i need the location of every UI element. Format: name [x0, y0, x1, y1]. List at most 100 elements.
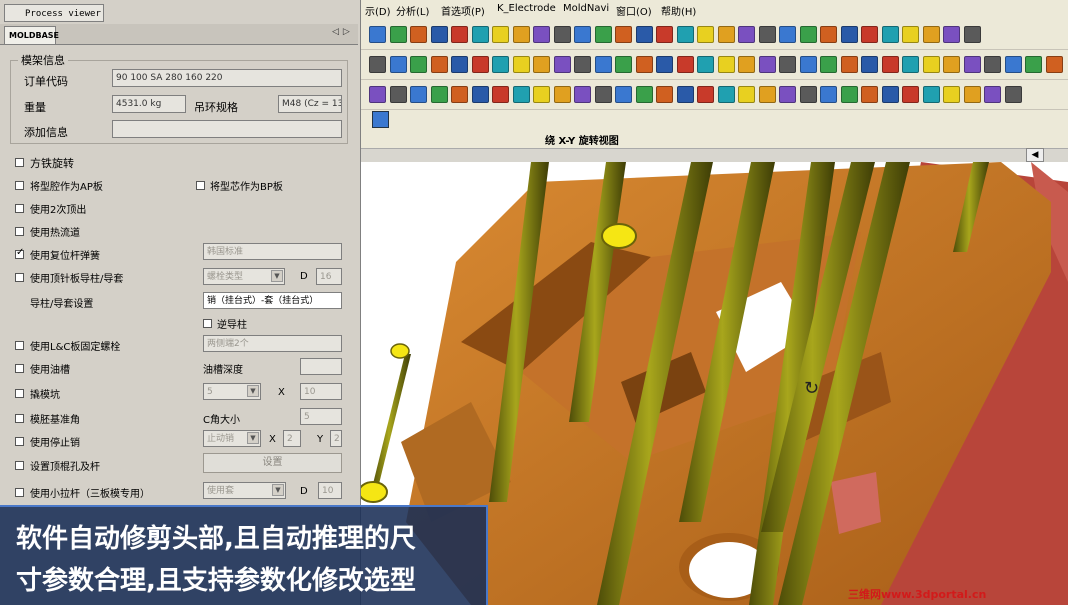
pry-slot-checkbox[interactable] [15, 389, 24, 398]
toolbar-button[interactable] [758, 56, 776, 73]
small-puller-checkbox[interactable] [15, 488, 24, 497]
toolbar-button[interactable] [430, 26, 448, 43]
toolbar-button[interactable] [902, 86, 919, 103]
reverse-guide-checkbox[interactable] [203, 319, 212, 328]
toolbar-button[interactable] [779, 26, 796, 43]
toolbar-button[interactable] [799, 26, 817, 43]
toolbar-button[interactable] [902, 26, 919, 43]
menu-item-display[interactable]: 示(D) [365, 3, 391, 18]
toolbar-button[interactable] [512, 86, 530, 103]
toolbar-button[interactable] [881, 86, 899, 103]
toolbar-button[interactable] [430, 86, 448, 103]
tab-scroll-arrows[interactable]: ◁▷ [332, 27, 354, 37]
toolbar-button[interactable] [758, 26, 776, 43]
toolbar-button[interactable] [471, 26, 489, 43]
toolbar-button[interactable] [963, 56, 981, 73]
menu-item-analysis[interactable]: 分析(L) [396, 3, 429, 18]
toolbar-button[interactable] [717, 56, 735, 73]
tab-moldbase[interactable]: MOLDBASE [4, 26, 59, 44]
toolbar-button[interactable] [574, 56, 591, 73]
toolbar-button[interactable] [656, 26, 673, 43]
toolbar-button[interactable] [799, 86, 817, 103]
toolbar-button[interactable] [533, 56, 550, 73]
process-viewer-tab[interactable]: Process viewer [4, 4, 104, 22]
scroll-left-icon[interactable]: ◀ [1026, 148, 1044, 162]
menu-item-help[interactable]: 帮助(H) [661, 3, 696, 18]
c-corner-field[interactable]: 5 [300, 408, 342, 425]
toolbar-button[interactable] [881, 26, 899, 43]
toolbar-button[interactable] [369, 26, 386, 43]
toolbar-button[interactable] [779, 56, 796, 73]
toolbar-button[interactable] [451, 26, 468, 43]
toolbar-button[interactable] [471, 56, 489, 73]
toolbar-button[interactable] [697, 86, 714, 103]
stop-pin-checkbox[interactable] [15, 437, 24, 446]
toolbar-button[interactable] [1004, 86, 1022, 103]
small-puller-d-field[interactable]: 10 [318, 482, 342, 499]
toolbar-button[interactable] [410, 56, 427, 73]
toolbar-button[interactable] [881, 56, 899, 73]
datum-corner-checkbox[interactable] [15, 414, 24, 423]
toolbar-button[interactable] [738, 56, 755, 73]
reset-spring-checkbox[interactable] [15, 247, 24, 259]
toolbar-button[interactable] [574, 26, 591, 43]
toolbar-button[interactable] [820, 86, 837, 103]
toolbar-button[interactable] [1025, 56, 1042, 73]
square-iron-checkbox[interactable] [15, 158, 24, 167]
toolbar-button[interactable] [840, 56, 858, 73]
toolbar-button[interactable] [820, 26, 837, 43]
toolbar-button[interactable] [533, 26, 550, 43]
toolbar-button[interactable] [656, 56, 673, 73]
ko-setup-button[interactable]: 设置 [203, 453, 342, 473]
toolbar-button[interactable] [594, 56, 612, 73]
hot-runner-checkbox[interactable] [15, 227, 24, 236]
toolbar-button[interactable] [820, 56, 837, 73]
core-bp-checkbox[interactable] [196, 181, 205, 190]
toolbar-button[interactable] [676, 26, 694, 43]
toolbar-button[interactable] [369, 86, 386, 103]
toolbar-button[interactable] [430, 56, 448, 73]
toolbar-button[interactable] [984, 86, 1001, 103]
toolbar-button[interactable] [922, 56, 940, 73]
toolbar-button[interactable] [943, 26, 960, 43]
toolbar-button[interactable] [410, 26, 427, 43]
second-eject-checkbox[interactable] [15, 204, 24, 213]
toolbar-button[interactable] [840, 86, 858, 103]
add-info-field[interactable] [112, 120, 342, 138]
toolbar-button[interactable] [635, 56, 653, 73]
toolbar-button[interactable] [389, 56, 407, 73]
ko-hole-checkbox[interactable] [15, 461, 24, 470]
toolbar-button[interactable] [738, 26, 755, 43]
toolbar-button[interactable] [492, 56, 509, 73]
lc-bolt-checkbox[interactable] [15, 341, 24, 350]
toolbar-button[interactable] [492, 86, 509, 103]
toolbar-button[interactable] [922, 26, 940, 43]
toolbar-button[interactable] [963, 26, 981, 43]
toolbar-button[interactable] [697, 56, 714, 73]
toolbar-button[interactable] [1004, 56, 1022, 73]
toolbar-button[interactable] [840, 26, 858, 43]
menu-item-window[interactable]: 窗口(O) [616, 3, 652, 18]
toolbar-button[interactable] [1045, 56, 1063, 73]
ejector-guide-type-select[interactable]: 螺栓类型 ▼ [203, 268, 285, 285]
toolbar-button[interactable] [676, 56, 694, 73]
toolbar-button[interactable] [861, 26, 878, 43]
cavity-ap-checkbox[interactable] [15, 181, 24, 190]
guide-setting-field[interactable]: 销（挂台式）-套（挂台式） [203, 292, 342, 309]
stop-x-field[interactable]: 2 [283, 430, 301, 447]
toolbar-button[interactable] [799, 56, 817, 73]
toolbar-button[interactable] [963, 86, 981, 103]
toolbar-button[interactable] [410, 86, 427, 103]
toolbar-button[interactable] [471, 86, 489, 103]
toolbar-button[interactable] [717, 86, 735, 103]
toolbar-button[interactable] [389, 86, 407, 103]
toolbar-button[interactable] [943, 86, 960, 103]
toolbar-button[interactable] [389, 26, 407, 43]
view-cube-icon[interactable] [372, 111, 389, 128]
toolbar-button[interactable] [451, 56, 468, 73]
toolbar-button[interactable] [594, 26, 612, 43]
toolbar-button[interactable] [615, 56, 632, 73]
toolbar-button[interactable] [615, 26, 632, 43]
toolbar-button[interactable] [635, 26, 653, 43]
oil-groove-depth-field[interactable] [300, 358, 342, 375]
